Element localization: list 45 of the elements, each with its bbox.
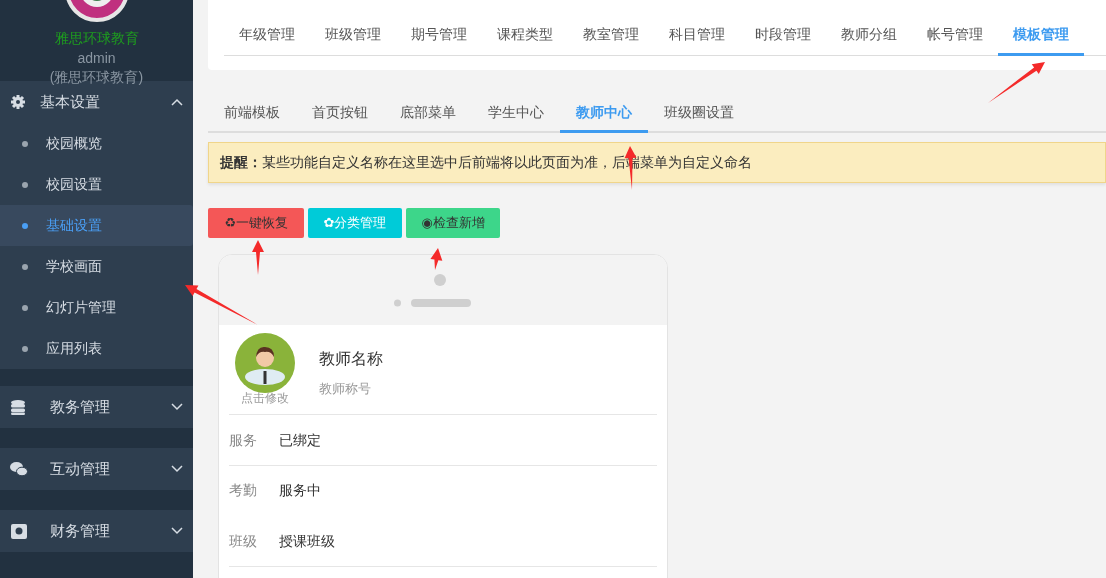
tab[interactable]: 首页按钮	[296, 96, 384, 133]
field-label: 服务	[229, 430, 257, 450]
field-value: 授课班级	[279, 531, 335, 551]
gear-icon	[10, 93, 28, 111]
tab[interactable]: 帐号管理	[912, 18, 998, 56]
tab[interactable]: 底部菜单	[384, 96, 472, 133]
money-icon	[10, 522, 28, 540]
chevron-up-icon	[171, 98, 183, 106]
school-name: 雅思环球教育	[53, 29, 140, 48]
restore-button[interactable]: ♻一键恢复	[208, 208, 304, 238]
annotation-arrow	[988, 62, 1045, 103]
tab[interactable]: 教室管理	[568, 18, 654, 56]
field-value: 已绑定	[279, 430, 321, 450]
menu-item[interactable]: 校园设置	[0, 164, 193, 205]
organization-name: (雅思环球教育)	[48, 68, 145, 87]
menu-group[interactable]: 财务管理	[0, 510, 193, 552]
chevron-down-icon	[171, 465, 183, 473]
database-icon	[10, 398, 28, 416]
field-value: 服务中	[279, 481, 321, 500]
teacher-title: 教师称号	[319, 380, 372, 398]
tab[interactable]: 学生中心	[472, 96, 560, 133]
menu-item[interactable]: 学校画面	[0, 246, 193, 287]
check-new-button[interactable]: ◉检查新增	[406, 208, 500, 238]
tab[interactable]: 时段管理	[740, 18, 826, 56]
tab[interactable]: 前端模板	[208, 96, 296, 133]
tab[interactable]: 科目管理	[654, 18, 740, 56]
user-name: admin	[76, 49, 117, 68]
menu-item[interactable]: 幻灯片管理	[0, 287, 193, 328]
menu-group[interactable]: 教务管理	[0, 386, 193, 428]
menu-item[interactable]: 应用列表	[0, 328, 193, 369]
tab[interactable]: 教师分组	[826, 18, 912, 56]
tab[interactable]: 课程类型	[482, 18, 568, 56]
chevron-down-icon	[171, 403, 183, 411]
chevron-down-icon	[171, 527, 183, 535]
tab[interactable]: 年级管理	[224, 18, 310, 56]
tab[interactable]: 班级管理	[310, 18, 396, 56]
menu-group[interactable]: 互动管理	[0, 448, 193, 490]
chat-icon	[10, 460, 28, 478]
tab[interactable]: 班级圈设置	[648, 96, 750, 133]
menu-item[interactable]: 校园概览	[0, 123, 193, 164]
field-label: 班级	[229, 531, 257, 551]
tab[interactable]: 期号管理	[396, 18, 482, 56]
teacher-name: 教师名称	[319, 349, 383, 369]
annotation-arrow	[430, 248, 443, 270]
field-label: 考勤	[229, 481, 257, 500]
